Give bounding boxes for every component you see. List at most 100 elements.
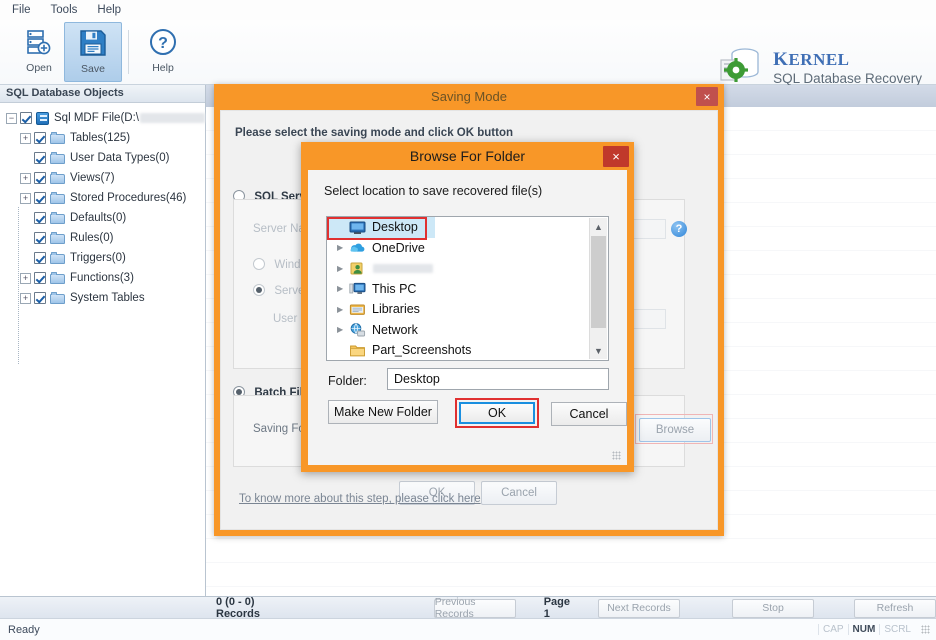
save-button[interactable]: Save xyxy=(64,22,122,82)
folder-tree-item-label: This PC xyxy=(372,281,417,296)
sidebar-item-label: Stored Procedures(46) xyxy=(70,192,187,204)
folder-tree-item-network[interactable]: ▶ Network xyxy=(327,320,608,341)
expand-icon[interactable]: + xyxy=(20,272,31,284)
folder-icon xyxy=(349,343,366,358)
browse-dialog-titlebar: Browse For Folder × xyxy=(301,142,634,170)
defaults-checkbox[interactable] xyxy=(34,212,46,224)
refresh-button[interactable]: Refresh xyxy=(854,598,936,618)
more-info-link[interactable]: To know more about this step, please cli… xyxy=(239,493,481,505)
no-expander xyxy=(20,253,31,264)
resize-grip-icon[interactable] xyxy=(921,625,930,634)
folder-tree-item-label: Part_Screenshots xyxy=(372,343,472,358)
help-question-icon[interactable]: ? xyxy=(671,221,687,237)
expand-icon[interactable]: + xyxy=(20,172,31,184)
expand-arrow-icon[interactable]: ▶ xyxy=(337,284,349,293)
scroll-down-icon[interactable]: ▼ xyxy=(590,342,607,359)
radio-circle-icon[interactable] xyxy=(253,258,265,270)
folder-tree-item-part-screenshots[interactable]: ▶ Part_Screenshots xyxy=(327,340,608,360)
browse-dialog-title: Browse For Folder xyxy=(409,148,526,164)
menu-item-help[interactable]: Help xyxy=(97,4,121,16)
next-records-button[interactable]: Next Records xyxy=(598,598,680,618)
toolbar-separator xyxy=(128,30,129,74)
expand-icon[interactable]: + xyxy=(20,192,31,204)
stop-button[interactable]: Stop xyxy=(732,598,814,618)
scroll-lock-indicator: SCRL xyxy=(879,624,915,635)
expand-icon[interactable]: + xyxy=(20,292,31,304)
functions-checkbox[interactable] xyxy=(34,272,46,284)
triggers-checkbox[interactable] xyxy=(34,252,46,264)
menu-bar: File Tools Help xyxy=(0,0,936,20)
rules-checkbox[interactable] xyxy=(34,232,46,244)
saving-mode-prompt: Please select the saving mode and click … xyxy=(235,127,513,139)
browse-button[interactable]: Browse xyxy=(639,418,711,442)
folder-tree-item-onedrive[interactable]: ▶ OneDrive xyxy=(327,238,608,259)
brand-product: SQL Database Recovery xyxy=(773,70,922,86)
scroll-up-icon[interactable]: ▲ xyxy=(590,218,607,235)
system-tables-checkbox[interactable] xyxy=(34,292,46,304)
collapse-icon[interactable]: − xyxy=(6,112,17,124)
previous-records-button[interactable]: Previous Records xyxy=(433,596,516,620)
help-button[interactable]: ? Help xyxy=(134,22,192,82)
scrollbar-thumb[interactable] xyxy=(591,236,606,328)
radio-circle-icon[interactable] xyxy=(253,284,265,296)
sidebar-item-stored-procedures[interactable]: + Stored Procedures(46) xyxy=(6,188,205,208)
no-expander xyxy=(20,233,31,244)
browse-ok-button[interactable]: OK xyxy=(459,402,535,424)
sidebar-item-triggers[interactable]: Triggers(0) xyxy=(6,248,205,268)
sidebar-item-label: Rules(0) xyxy=(70,232,114,244)
sidebar-item-label: Functions(3) xyxy=(70,272,134,284)
sidebar-item-tables[interactable]: + Tables(125) xyxy=(6,128,205,148)
sidebar-item-views[interactable]: + Views(7) xyxy=(6,168,205,188)
this-pc-icon xyxy=(349,281,366,296)
expand-icon[interactable]: + xyxy=(20,132,31,144)
browse-dialog-prompt: Select location to save recovered file(s… xyxy=(324,184,543,198)
expand-arrow-icon[interactable]: ▶ xyxy=(337,325,349,334)
open-database-icon xyxy=(24,27,54,60)
browse-cancel-button[interactable]: Cancel xyxy=(551,402,627,426)
resize-grip-icon[interactable] xyxy=(612,451,621,460)
user-data-types-checkbox[interactable] xyxy=(34,152,46,164)
folder-name-input[interactable]: Desktop xyxy=(387,368,609,390)
sidebar-panel: SQL Database Objects − Sql MDF File(D:\ … xyxy=(0,85,206,597)
folder-tree-item-label: Network xyxy=(372,322,418,337)
make-new-folder-button[interactable]: Make New Folder xyxy=(328,400,438,424)
folder-icon xyxy=(50,212,65,224)
close-icon[interactable]: × xyxy=(603,146,629,167)
redacted-path xyxy=(139,113,205,123)
tables-checkbox[interactable] xyxy=(34,132,46,144)
folder-tree-scrollbar[interactable]: ▲ ▼ xyxy=(589,218,607,359)
save-button-label: Save xyxy=(81,63,105,75)
menu-item-tools[interactable]: Tools xyxy=(51,4,78,16)
close-icon[interactable]: × xyxy=(696,87,718,106)
folder-tree-item-this-pc[interactable]: ▶ This PC xyxy=(327,279,608,300)
user-account-icon xyxy=(349,261,366,276)
folder-tree-item-libraries[interactable]: ▶ Libraries xyxy=(327,299,608,320)
kernel-database-gear-icon xyxy=(719,44,765,91)
folder-tree-item-user[interactable]: ▶ xyxy=(327,258,608,279)
brand-name: KERNEL xyxy=(773,49,850,71)
root-checkbox[interactable] xyxy=(20,112,32,124)
expand-arrow-icon[interactable]: ▶ xyxy=(337,243,349,252)
folder-icon xyxy=(50,152,65,164)
sidebar-item-user-data-types[interactable]: User Data Types(0) xyxy=(6,148,205,168)
sidebar-item-system-tables[interactable]: + System Tables xyxy=(6,288,205,308)
expand-arrow-icon[interactable]: ▶ xyxy=(337,305,349,314)
open-button-label: Open xyxy=(26,62,52,74)
views-checkbox[interactable] xyxy=(34,172,46,184)
sidebar-item-label: Tables(125) xyxy=(70,132,131,144)
sidebar-item-functions[interactable]: + Functions(3) xyxy=(6,268,205,288)
expand-arrow-icon[interactable]: ▶ xyxy=(337,264,349,273)
stored-procedures-checkbox[interactable] xyxy=(34,192,46,204)
menu-item-file[interactable]: File xyxy=(12,4,31,16)
folder-tree-item-label: Libraries xyxy=(372,302,420,317)
sidebar-item-defaults[interactable]: Defaults(0) xyxy=(6,208,205,228)
sidebar-item-rules[interactable]: Rules(0) xyxy=(6,228,205,248)
tree-item-root[interactable]: − Sql MDF File(D:\ xyxy=(6,108,205,128)
onedrive-cloud-icon xyxy=(349,240,366,255)
saving-mode-cancel-button[interactable]: Cancel xyxy=(481,481,557,505)
no-expander xyxy=(20,153,31,164)
folder-icon xyxy=(50,172,65,184)
folder-icon xyxy=(50,272,65,284)
open-button[interactable]: Open xyxy=(10,22,68,82)
tree-guide-line xyxy=(18,207,19,365)
